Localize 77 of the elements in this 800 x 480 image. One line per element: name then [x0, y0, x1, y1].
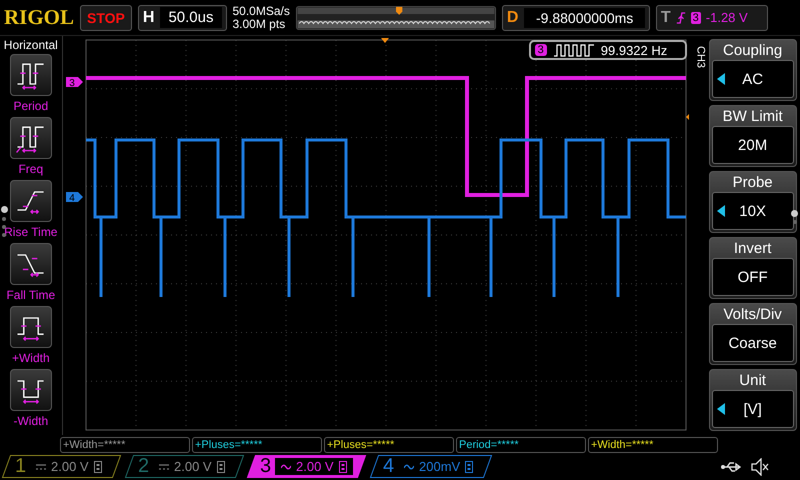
- menu-button[interactable]: BW Limit 20M: [708, 105, 797, 167]
- delay-box[interactable]: D -9.88000000ms: [502, 4, 650, 30]
- channel-scale: 2.00 V: [174, 459, 212, 474]
- delay-label: D: [506, 8, 518, 26]
- source-badge: 3: [534, 44, 547, 56]
- trigger-level-icon: [686, 114, 689, 120]
- menu-item-value: AC: [742, 70, 764, 88]
- channel-tab[interactable]: 2 2.00 V: [124, 455, 244, 478]
- probe-icon: [216, 460, 224, 472]
- menu-item-title: Unit: [739, 372, 766, 390]
- measure-button[interactable]: [10, 306, 52, 348]
- measure-label: +Width: [12, 350, 50, 367]
- menu-item-value: 20M: [738, 136, 768, 154]
- measurement-slot[interactable]: +Width=*****: [60, 437, 190, 453]
- measurement-slot[interactable]: +Pluses=*****: [192, 437, 322, 453]
- measure-button[interactable]: [10, 180, 52, 222]
- channel-tab[interactable]: 3 2.00 V: [247, 455, 366, 478]
- menu-item-value: OFF: [738, 268, 768, 286]
- menu-item-value: [V]: [743, 400, 762, 418]
- trigger-label: T: [660, 8, 671, 26]
- channel-marker[interactable]: 3: [66, 77, 83, 89]
- trigger-position-icon: [380, 38, 389, 43]
- mute-icon: [750, 458, 770, 476]
- menu-button[interactable]: Probe 10X: [708, 171, 797, 233]
- channel-number: 2: [138, 455, 149, 478]
- memory-depth: 3.00M pts: [232, 18, 286, 30]
- channel-tab[interactable]: 4 200mV: [370, 455, 493, 478]
- trigger-source-badge: 3: [690, 12, 701, 24]
- trigger-box[interactable]: T 3 -1.28 V: [656, 4, 768, 30]
- channel-label: CH3: [694, 45, 708, 70]
- channel-number: 3: [260, 455, 272, 478]
- measurement-slot[interactable]: +Pluses=*****: [324, 437, 454, 453]
- probe-icon: [94, 460, 102, 472]
- menu-item-title: BW Limit: [722, 108, 783, 126]
- measure-button[interactable]: [10, 243, 52, 285]
- usb-icon: [720, 460, 744, 474]
- menu-item-value: Coarse: [728, 334, 777, 352]
- trigger-level: -1.28 V: [706, 10, 748, 25]
- measurement-slot[interactable]: +Width=*****: [588, 437, 718, 453]
- timebase-box[interactable]: H 50.0us: [138, 4, 226, 30]
- probe-icon: [465, 460, 474, 472]
- menu-button[interactable]: Coupling AC: [708, 39, 797, 101]
- menu-button[interactable]: Invert OFF: [708, 237, 797, 299]
- probe-icon: [339, 460, 348, 472]
- frequency-value: 99.9322 Hz: [600, 42, 668, 58]
- measure-label: -Width: [13, 413, 48, 430]
- menu-item-title: Probe: [732, 174, 773, 192]
- channel-tab[interactable]: 1 2.00 V: [2, 455, 121, 478]
- menu-item-value: 10X: [739, 202, 766, 220]
- delay-value: -9.88000000ms: [524, 8, 645, 28]
- menu-item-title: Volts/Div: [723, 306, 782, 324]
- measure-label: Period: [13, 98, 48, 115]
- timebase-value: 50.0us: [160, 7, 222, 28]
- channel-number: 1: [15, 455, 26, 478]
- channel-scale: 2.00 V: [51, 459, 89, 474]
- sample-rate: 50.0MSa/s: [232, 4, 290, 18]
- menu-title: Horizontal: [4, 37, 58, 54]
- horizontal-label: H: [142, 8, 154, 26]
- measure-button[interactable]: [10, 369, 52, 411]
- measure-label: Fall Time: [6, 287, 56, 304]
- menu-button[interactable]: Volts/Div Coarse: [708, 303, 797, 365]
- menu-item-title: Invert: [734, 240, 772, 258]
- channel-scale: 2.00 V: [296, 459, 334, 474]
- measure-label: Rise Time: [4, 224, 58, 241]
- measure-button[interactable]: [10, 54, 52, 96]
- square-wave-icon: [552, 43, 595, 57]
- channel-scale: 200mV: [419, 459, 460, 474]
- measure-button[interactable]: [10, 117, 52, 159]
- menu-item-title: Coupling: [723, 42, 782, 60]
- menu-button[interactable]: Unit [V]: [708, 369, 797, 431]
- channel-marker[interactable]: 4: [66, 192, 83, 204]
- channel-number: 4: [383, 455, 394, 478]
- brand-logo: RIGOL: [4, 5, 74, 30]
- measure-label: Freq: [18, 161, 44, 178]
- measurement-slot[interactable]: Period=*****: [456, 437, 586, 453]
- run-stop-button[interactable]: STOP: [80, 4, 132, 30]
- rising-edge-icon: [676, 10, 686, 24]
